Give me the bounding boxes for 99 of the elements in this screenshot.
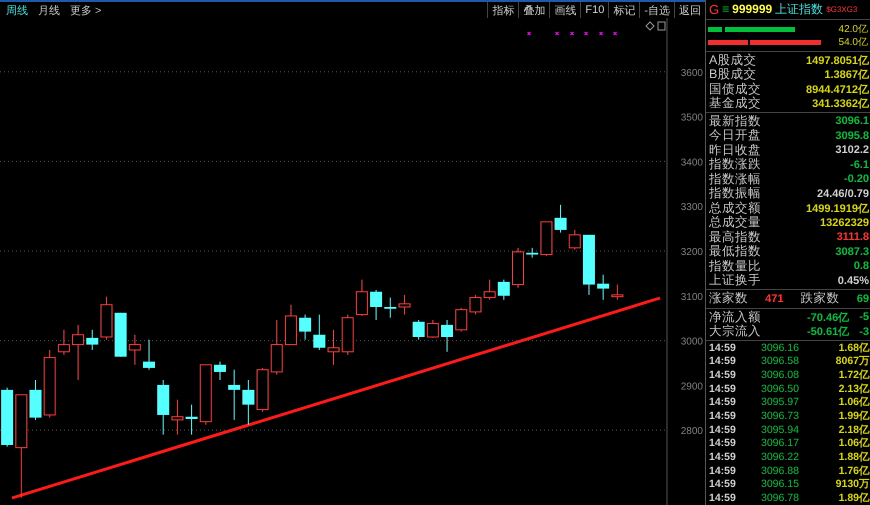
tick-volume: 1.99亿: [838, 409, 870, 424]
tick-price: 3096.15: [761, 478, 800, 490]
period-tab[interactable]: 周线: [6, 2, 28, 18]
tick-time: 14:59: [709, 464, 737, 477]
stat-value: 471: [765, 292, 784, 305]
diamond-icon[interactable]: [645, 21, 655, 31]
stat-value: -3: [859, 326, 870, 338]
axis-label: 3000: [680, 336, 703, 348]
stat-value: 3096.1: [835, 115, 870, 127]
stat-value: 1499.1919亿: [806, 202, 870, 216]
axis-label: 3200: [680, 246, 703, 258]
tick-price: 3095.97: [761, 396, 800, 408]
stat-value: -6.1: [850, 158, 870, 170]
menu-glyph[interactable]: ≡: [722, 2, 730, 16]
market-prefix: G: [709, 2, 720, 17]
tick-volume: 1.68亿: [838, 340, 870, 355]
tick-price: 3096.08: [761, 368, 800, 381]
stat-label: 总成交量: [709, 214, 761, 230]
stat-label: 指数振幅: [709, 185, 761, 202]
stat-value: 3102.2: [835, 144, 870, 156]
tick-price: 3096.88: [761, 464, 800, 477]
stock-tag: $G3XG3: [826, 4, 858, 14]
axis-label: 2800: [680, 426, 703, 438]
tick-time: 14:59: [709, 382, 737, 395]
tick-volume: 1.06亿: [838, 395, 870, 410]
stat-value: 1.3867亿: [824, 68, 870, 82]
stat-label: 指数量比: [709, 258, 761, 274]
tick-volume: 2.13亿: [838, 382, 870, 396]
stat-value: 24.46/0.79: [817, 188, 870, 200]
stat-label: 净流入额: [709, 308, 761, 324]
axis-label: 3100: [680, 292, 703, 303]
stat-value: 69: [856, 292, 870, 305]
stat-value: -50.61亿: [807, 325, 850, 339]
stat-label: 总成交额: [709, 200, 761, 216]
stat-value: -5: [859, 311, 870, 323]
period-tab[interactable]: 月线: [38, 2, 60, 18]
tick-price: 3096.22: [761, 451, 800, 464]
axis-label: 3600: [680, 68, 703, 79]
stat-value: 3095.8: [835, 130, 870, 142]
stat-value: 3111.8: [836, 231, 870, 243]
tick-time: 14:59: [709, 437, 737, 450]
stat-label: 指数涨幅: [709, 170, 761, 186]
axis-label: 3500: [680, 112, 703, 124]
tick-volume: 8067万: [834, 354, 870, 368]
axis-label: 3300: [680, 202, 703, 214]
stat-value: 8944.4712亿: [806, 82, 870, 96]
stock-code: 999999: [732, 2, 772, 16]
stat-value: 1497.8051亿: [806, 54, 870, 68]
tick-time: 14:59: [709, 424, 737, 436]
tick-time: 14:59: [709, 368, 737, 381]
stat-label: 昨日收盘: [709, 142, 761, 158]
stat-label: 跌家数: [800, 290, 840, 308]
stat-value: 3087.3: [835, 246, 870, 258]
tick-price: 3096.16: [761, 342, 800, 354]
stat-value: 13262329: [820, 216, 870, 228]
stat-label: 最新指数: [709, 112, 761, 129]
stat-label: 基金成交: [709, 95, 761, 112]
tick-volume: 1.89亿: [838, 491, 870, 505]
tick-volume: 9130万: [834, 477, 870, 492]
tick-time: 14:59: [709, 451, 737, 464]
tick-price: 3096.78: [761, 492, 800, 504]
stat-label: 最高指数: [709, 228, 761, 244]
stat-label: 最低指数: [709, 243, 761, 260]
tick-volume: 1.06亿: [838, 436, 870, 450]
stat-label: 涨家数: [709, 290, 748, 308]
stat-label: 指数涨跌: [709, 156, 761, 172]
tick-price: 3096.17: [761, 437, 800, 450]
tick-price: 3095.94: [761, 424, 800, 436]
stat-label: 上证换手: [709, 272, 761, 289]
axis-label: 3400: [680, 157, 703, 168]
tick-volume: 2.18亿: [838, 422, 870, 437]
stat-value: -70.46亿: [807, 310, 850, 324]
axis-label: 2900: [680, 381, 703, 392]
tick-volume: 1.88亿: [838, 450, 870, 464]
tick-price: 3096.73: [761, 410, 800, 422]
stat-label: B股成交: [709, 66, 756, 82]
stock-name: 上证指数: [775, 0, 824, 18]
period-tab[interactable]: 更多 >: [70, 2, 102, 18]
stat-value: 341.3362亿: [812, 97, 870, 111]
stat-value: 0.45%: [838, 274, 870, 286]
stat-label: 今日开盘: [709, 127, 761, 144]
stat-label: A股成交: [709, 52, 756, 68]
tick-time: 14:59: [709, 396, 737, 408]
stat-label: 国债成交: [709, 80, 761, 96]
tick-time: 14:59: [709, 342, 737, 354]
tick-price: 3096.50: [761, 382, 800, 395]
tick-volume: 1.76亿: [838, 464, 870, 478]
tick-price: 3096.58: [761, 355, 800, 368]
tick-volume: 1.72亿: [838, 368, 870, 382]
tick-time: 14:59: [709, 492, 737, 504]
stat-value: -0.20: [844, 173, 870, 185]
flow-value: 54.0亿: [838, 36, 869, 50]
flow-value: 42.0亿: [838, 23, 869, 36]
stat-value: 0.8: [854, 260, 870, 272]
stat-label: 大宗流入: [709, 323, 761, 340]
panel-toggle-icon[interactable]: [658, 22, 666, 30]
tick-time: 14:59: [709, 410, 737, 422]
tick-time: 14:59: [709, 355, 737, 368]
tick-time: 14:59: [709, 478, 737, 490]
